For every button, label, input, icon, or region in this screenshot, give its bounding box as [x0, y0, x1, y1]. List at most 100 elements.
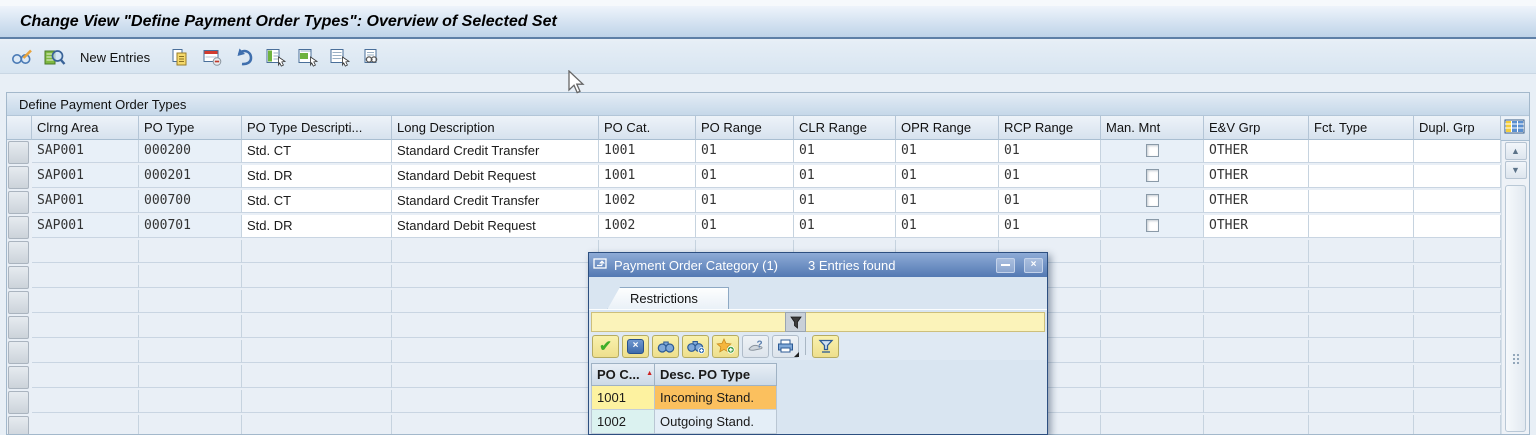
- filter-button[interactable]: [812, 334, 839, 358]
- empty-cell[interactable]: [139, 365, 242, 388]
- find-icon[interactable]: [360, 47, 384, 67]
- close-button[interactable]: ×: [1024, 257, 1043, 273]
- cell-dupl-grp[interactable]: [1414, 140, 1501, 163]
- col-header-fct-type[interactable]: Fct. Type: [1309, 116, 1414, 140]
- empty-cell[interactable]: [1414, 365, 1501, 388]
- cell-long-description[interactable]: Standard Debit Request: [392, 215, 599, 238]
- man-mnt-checkbox[interactable]: [1145, 144, 1159, 157]
- empty-cell[interactable]: [1414, 265, 1501, 288]
- col-header-po-cat-code[interactable]: PO C... ▲: [591, 363, 655, 386]
- deselect-all-icon[interactable]: [328, 47, 352, 67]
- cell-po-range[interactable]: 01: [696, 215, 794, 238]
- cell-clr-range[interactable]: 01: [794, 190, 896, 213]
- restriction-input-field[interactable]: [591, 312, 1045, 332]
- empty-cell[interactable]: [1414, 340, 1501, 363]
- row-selector[interactable]: [8, 391, 29, 414]
- col-header-clr-range[interactable]: CLR Range: [794, 116, 896, 140]
- cell-po-type[interactable]: 000200: [139, 140, 242, 163]
- empty-cell[interactable]: [242, 265, 392, 288]
- empty-cell[interactable]: [1204, 240, 1309, 263]
- cell-ev-grp[interactable]: OTHER: [1204, 190, 1309, 213]
- empty-cell[interactable]: [32, 290, 139, 313]
- empty-cell[interactable]: [242, 415, 392, 434]
- empty-cell[interactable]: [32, 390, 139, 413]
- cell-fct-type[interactable]: [1309, 140, 1414, 163]
- empty-cell[interactable]: [1309, 365, 1414, 388]
- empty-cell[interactable]: [242, 340, 392, 363]
- value-help-row-selected[interactable]: 1001 Incoming Stand.: [591, 386, 777, 410]
- empty-cell[interactable]: [392, 265, 599, 288]
- empty-cell[interactable]: [32, 315, 139, 338]
- empty-cell[interactable]: [1101, 340, 1204, 363]
- cell-fct-type[interactable]: [1309, 215, 1414, 238]
- empty-cell[interactable]: [1101, 390, 1204, 413]
- cell-rcp-range[interactable]: 01: [999, 140, 1101, 163]
- row-selector[interactable]: [8, 166, 29, 189]
- empty-cell[interactable]: [139, 390, 242, 413]
- empty-cell[interactable]: [242, 240, 392, 263]
- row-selector[interactable]: [8, 241, 29, 264]
- select-block-icon[interactable]: [296, 47, 320, 67]
- empty-cell[interactable]: [1414, 315, 1501, 338]
- empty-cell[interactable]: [1309, 390, 1414, 413]
- empty-cell[interactable]: [1309, 315, 1414, 338]
- find-button[interactable]: [652, 334, 679, 358]
- col-header-rcp-range[interactable]: RCP Range: [999, 116, 1101, 140]
- filter-handle[interactable]: [785, 312, 806, 332]
- empty-cell[interactable]: [392, 390, 599, 413]
- empty-cell[interactable]: [1204, 290, 1309, 313]
- man-mnt-checkbox[interactable]: [1145, 194, 1159, 207]
- cell-clrng-area[interactable]: SAP001: [32, 190, 139, 213]
- cell-clr-range[interactable]: 01: [794, 165, 896, 188]
- cell-po-type-desc[interactable]: Std. DR: [242, 165, 392, 188]
- cell-ev-grp[interactable]: OTHER: [1204, 215, 1309, 238]
- empty-cell[interactable]: [392, 315, 599, 338]
- cell-po-type-desc[interactable]: Std. DR: [242, 215, 392, 238]
- empty-cell[interactable]: [1309, 340, 1414, 363]
- undo-icon[interactable]: [232, 47, 256, 67]
- empty-cell[interactable]: [1101, 415, 1204, 434]
- change-display-icon[interactable]: [10, 47, 34, 67]
- row-selector[interactable]: [8, 266, 29, 289]
- man-mnt-checkbox[interactable]: [1145, 219, 1159, 232]
- col-header-clrng-area[interactable]: Clrng Area: [32, 116, 139, 140]
- cell-dupl-grp[interactable]: [1414, 215, 1501, 238]
- copy-as-icon[interactable]: [168, 47, 192, 67]
- empty-cell[interactable]: [242, 290, 392, 313]
- col-header-dupl-grp[interactable]: Dupl. Grp: [1414, 116, 1501, 140]
- display-overview-icon[interactable]: [42, 47, 66, 67]
- cell-clrng-area[interactable]: SAP001: [32, 140, 139, 163]
- continue-button[interactable]: ✔: [592, 334, 619, 358]
- cell-po-cat[interactable]: 1002: [599, 215, 696, 238]
- col-header-desc-po-type[interactable]: Desc. PO Type: [655, 363, 777, 386]
- man-mnt-checkbox[interactable]: [1145, 169, 1159, 182]
- cell-long-description[interactable]: Standard Credit Transfer: [392, 190, 599, 213]
- cell-long-description[interactable]: Standard Credit Transfer: [392, 140, 599, 163]
- cell-clr-range[interactable]: 01: [794, 140, 896, 163]
- empty-cell[interactable]: [32, 415, 139, 434]
- row-selector[interactable]: [8, 316, 29, 339]
- cell-po-type[interactable]: 000201: [139, 165, 242, 188]
- add-to-personal-list-button[interactable]: [712, 334, 739, 358]
- cell-ev-grp[interactable]: OTHER: [1204, 165, 1309, 188]
- col-header-man-mnt[interactable]: Man. Mnt: [1101, 116, 1204, 140]
- empty-cell[interactable]: [392, 365, 599, 388]
- empty-cell[interactable]: [139, 315, 242, 338]
- cell-dupl-grp[interactable]: [1414, 165, 1501, 188]
- empty-cell[interactable]: [139, 240, 242, 263]
- cell-rcp-range[interactable]: 01: [999, 190, 1101, 213]
- cell-po-range[interactable]: 01: [696, 190, 794, 213]
- empty-cell[interactable]: [139, 340, 242, 363]
- cell-clrng-area[interactable]: SAP001: [32, 165, 139, 188]
- delete-row-icon[interactable]: [200, 47, 224, 67]
- cell-clr-range[interactable]: 01: [794, 215, 896, 238]
- empty-cell[interactable]: [139, 415, 242, 434]
- scroll-down-button[interactable]: ▼: [1504, 161, 1527, 179]
- empty-cell[interactable]: [392, 290, 599, 313]
- cell-fct-type[interactable]: [1309, 165, 1414, 188]
- empty-cell[interactable]: [1204, 340, 1309, 363]
- empty-cell[interactable]: [1414, 240, 1501, 263]
- minimize-button[interactable]: [996, 257, 1015, 273]
- tab-restrictions[interactable]: Restrictions: [607, 287, 729, 310]
- col-header-long-description[interactable]: Long Description: [392, 116, 599, 140]
